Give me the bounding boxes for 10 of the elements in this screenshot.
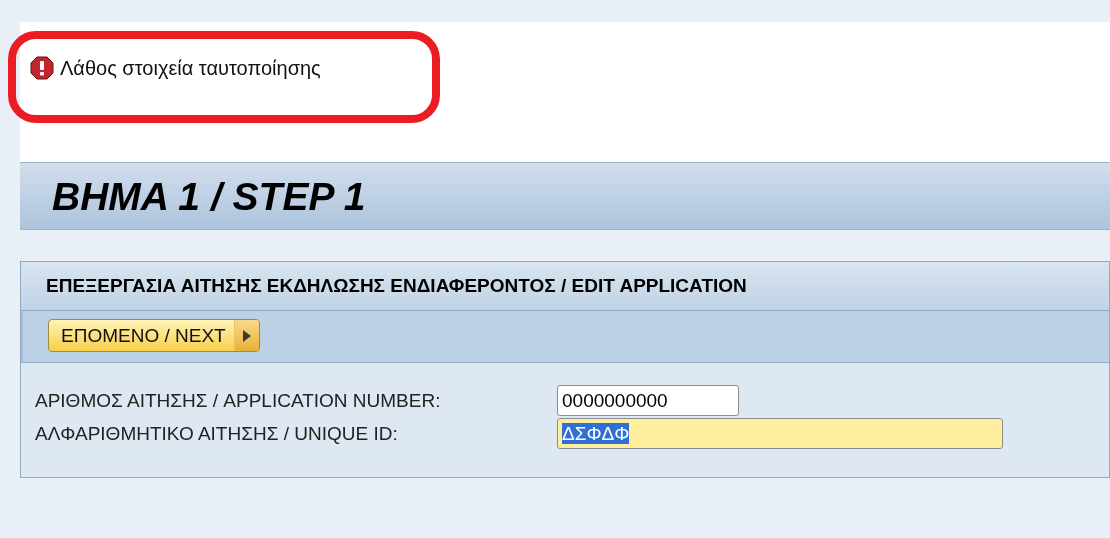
field-label: ΑΡΙΘΜΟΣ ΑΙΤΗΣΗΣ / APPLICATION NUMBER: (35, 389, 442, 412)
error-icon (30, 56, 54, 80)
input-field[interactable]: 0000000000 (557, 385, 739, 416)
panel-title: ΕΠΕΞΕΡΓΑΣΙΑ ΑΙΤΗΣΗΣ ΕΚΔΗΛΩΣΗΣ ΕΝΔΙΑΦΕΡΟΝΤΟΣ / EDIT APPLICATION (21, 262, 1109, 311)
field-label: ΑΛΦΑΡΙΘΜΗΤΙΚΟ ΑΙΤΗΣΗΣ / UNIQUE ID: (35, 422, 399, 445)
step-header: BHMA 1 / STEP 1 (20, 162, 1110, 230)
next-button[interactable]: ΕΠΟΜΕΝΟ / NEXT (48, 319, 260, 352)
error-message: Λάθος στοιχεία ταυτοποίησης (60, 56, 321, 80)
play-icon (242, 329, 251, 342)
input-field[interactable]: ΔΣΦΔΦ (557, 418, 1003, 449)
